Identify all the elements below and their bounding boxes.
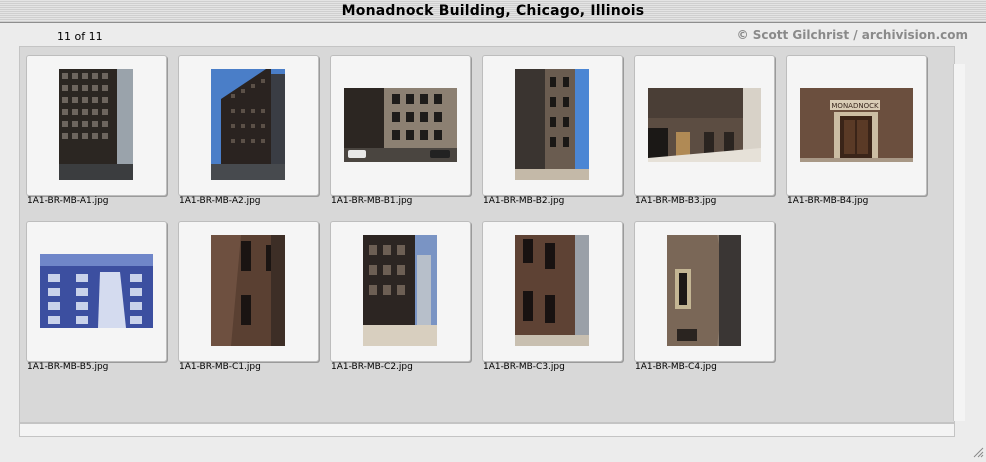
bay-windows-photo [40,254,153,328]
thumbnail-item[interactable]: 1A1-BR-MB-B3.jpg [634,55,775,206]
thumbnail-item[interactable]: MONADNOCK 1A1-BR-MB-B4.jpg [786,55,927,206]
horizontal-scrollbar[interactable] [19,423,955,437]
thumbnail-frame[interactable] [634,55,775,196]
building-corner-photo [515,69,589,180]
entrance-sign-photo: MONADNOCK [800,88,913,162]
window-titlebar[interactable]: Monadnock Building, Chicago, Illinois [0,0,986,23]
thumbnail-item[interactable]: 1A1-BR-MB-C2.jpg [330,221,471,372]
thumbnail-frame[interactable] [178,55,319,196]
thumbnail-frame[interactable] [482,221,623,362]
thumbnail-frame[interactable] [482,55,623,196]
building-base-photo [648,88,761,162]
brick-wall-photo [211,235,285,346]
thumbnail-item[interactable]: 1A1-BR-MB-A2.jpg [178,55,319,206]
thumbnail-frame[interactable] [26,221,167,362]
tall-building-sky-photo [211,69,285,180]
thumbnail-filename: 1A1-BR-MB-C3.jpg [483,362,565,372]
thumbnail-filename: 1A1-BR-MB-C4.jpg [635,362,717,372]
thumbnail-filename: 1A1-BR-MB-A2.jpg [179,196,261,206]
thumbnail-frame[interactable] [330,221,471,362]
thumbnail-item[interactable]: 1A1-BR-MB-A1.jpg [26,55,167,206]
thumbnail-filename: 1A1-BR-MB-B2.jpg [483,196,565,206]
thumbnail-item[interactable]: 1A1-BR-MB-B2.jpg [482,55,623,206]
thumbnail-filename: 1A1-BR-MB-B5.jpg [27,362,109,372]
copyright-credit: © Scott Gilchrist / archivision.com [736,28,968,42]
brick-wall-photo [515,235,589,346]
thumbnail-frame[interactable] [330,55,471,196]
thumbnail-item[interactable]: 1A1-BR-MB-C3.jpg [482,221,623,372]
vertical-scrollbar[interactable] [953,64,965,421]
thumbnail-item[interactable]: 1A1-BR-MB-B1.jpg [330,55,471,206]
thumbnail-filename: 1A1-BR-MB-B4.jpg [787,196,869,206]
building-facade-street-photo [344,88,457,162]
window-title: Monadnock Building, Chicago, Illinois [341,3,645,19]
thumbnail-filename: 1A1-BR-MB-C1.jpg [179,362,261,372]
image-counter: 11 of 11 [57,30,103,43]
tall-building-street-photo [59,69,133,180]
thumbnail-frame[interactable] [634,221,775,362]
street-view-photo [363,235,437,346]
curved-wall-photo [667,235,741,346]
thumbnail-grid: 1A1-BR-MB-A1.jpg 1A1-BR-MB-A2.jpg 1A1-BR… [19,46,955,423]
thumbnail-item[interactable]: 1A1-BR-MB-C4.jpg [634,221,775,372]
thumbnail-filename: 1A1-BR-MB-C2.jpg [331,362,413,372]
thumbnail-item[interactable]: 1A1-BR-MB-B5.jpg [26,221,167,372]
resize-grip-icon[interactable] [972,443,984,458]
svg-text:MONADNOCK: MONADNOCK [831,102,879,110]
thumbnail-frame[interactable]: MONADNOCK [786,55,927,196]
thumbnail-frame[interactable] [178,221,319,362]
thumbnail-filename: 1A1-BR-MB-A1.jpg [27,196,109,206]
thumbnail-item[interactable]: 1A1-BR-MB-C1.jpg [178,221,319,372]
thumbnail-filename: 1A1-BR-MB-B3.jpg [635,196,717,206]
thumbnail-filename: 1A1-BR-MB-B1.jpg [331,196,413,206]
thumbnail-frame[interactable] [26,55,167,196]
